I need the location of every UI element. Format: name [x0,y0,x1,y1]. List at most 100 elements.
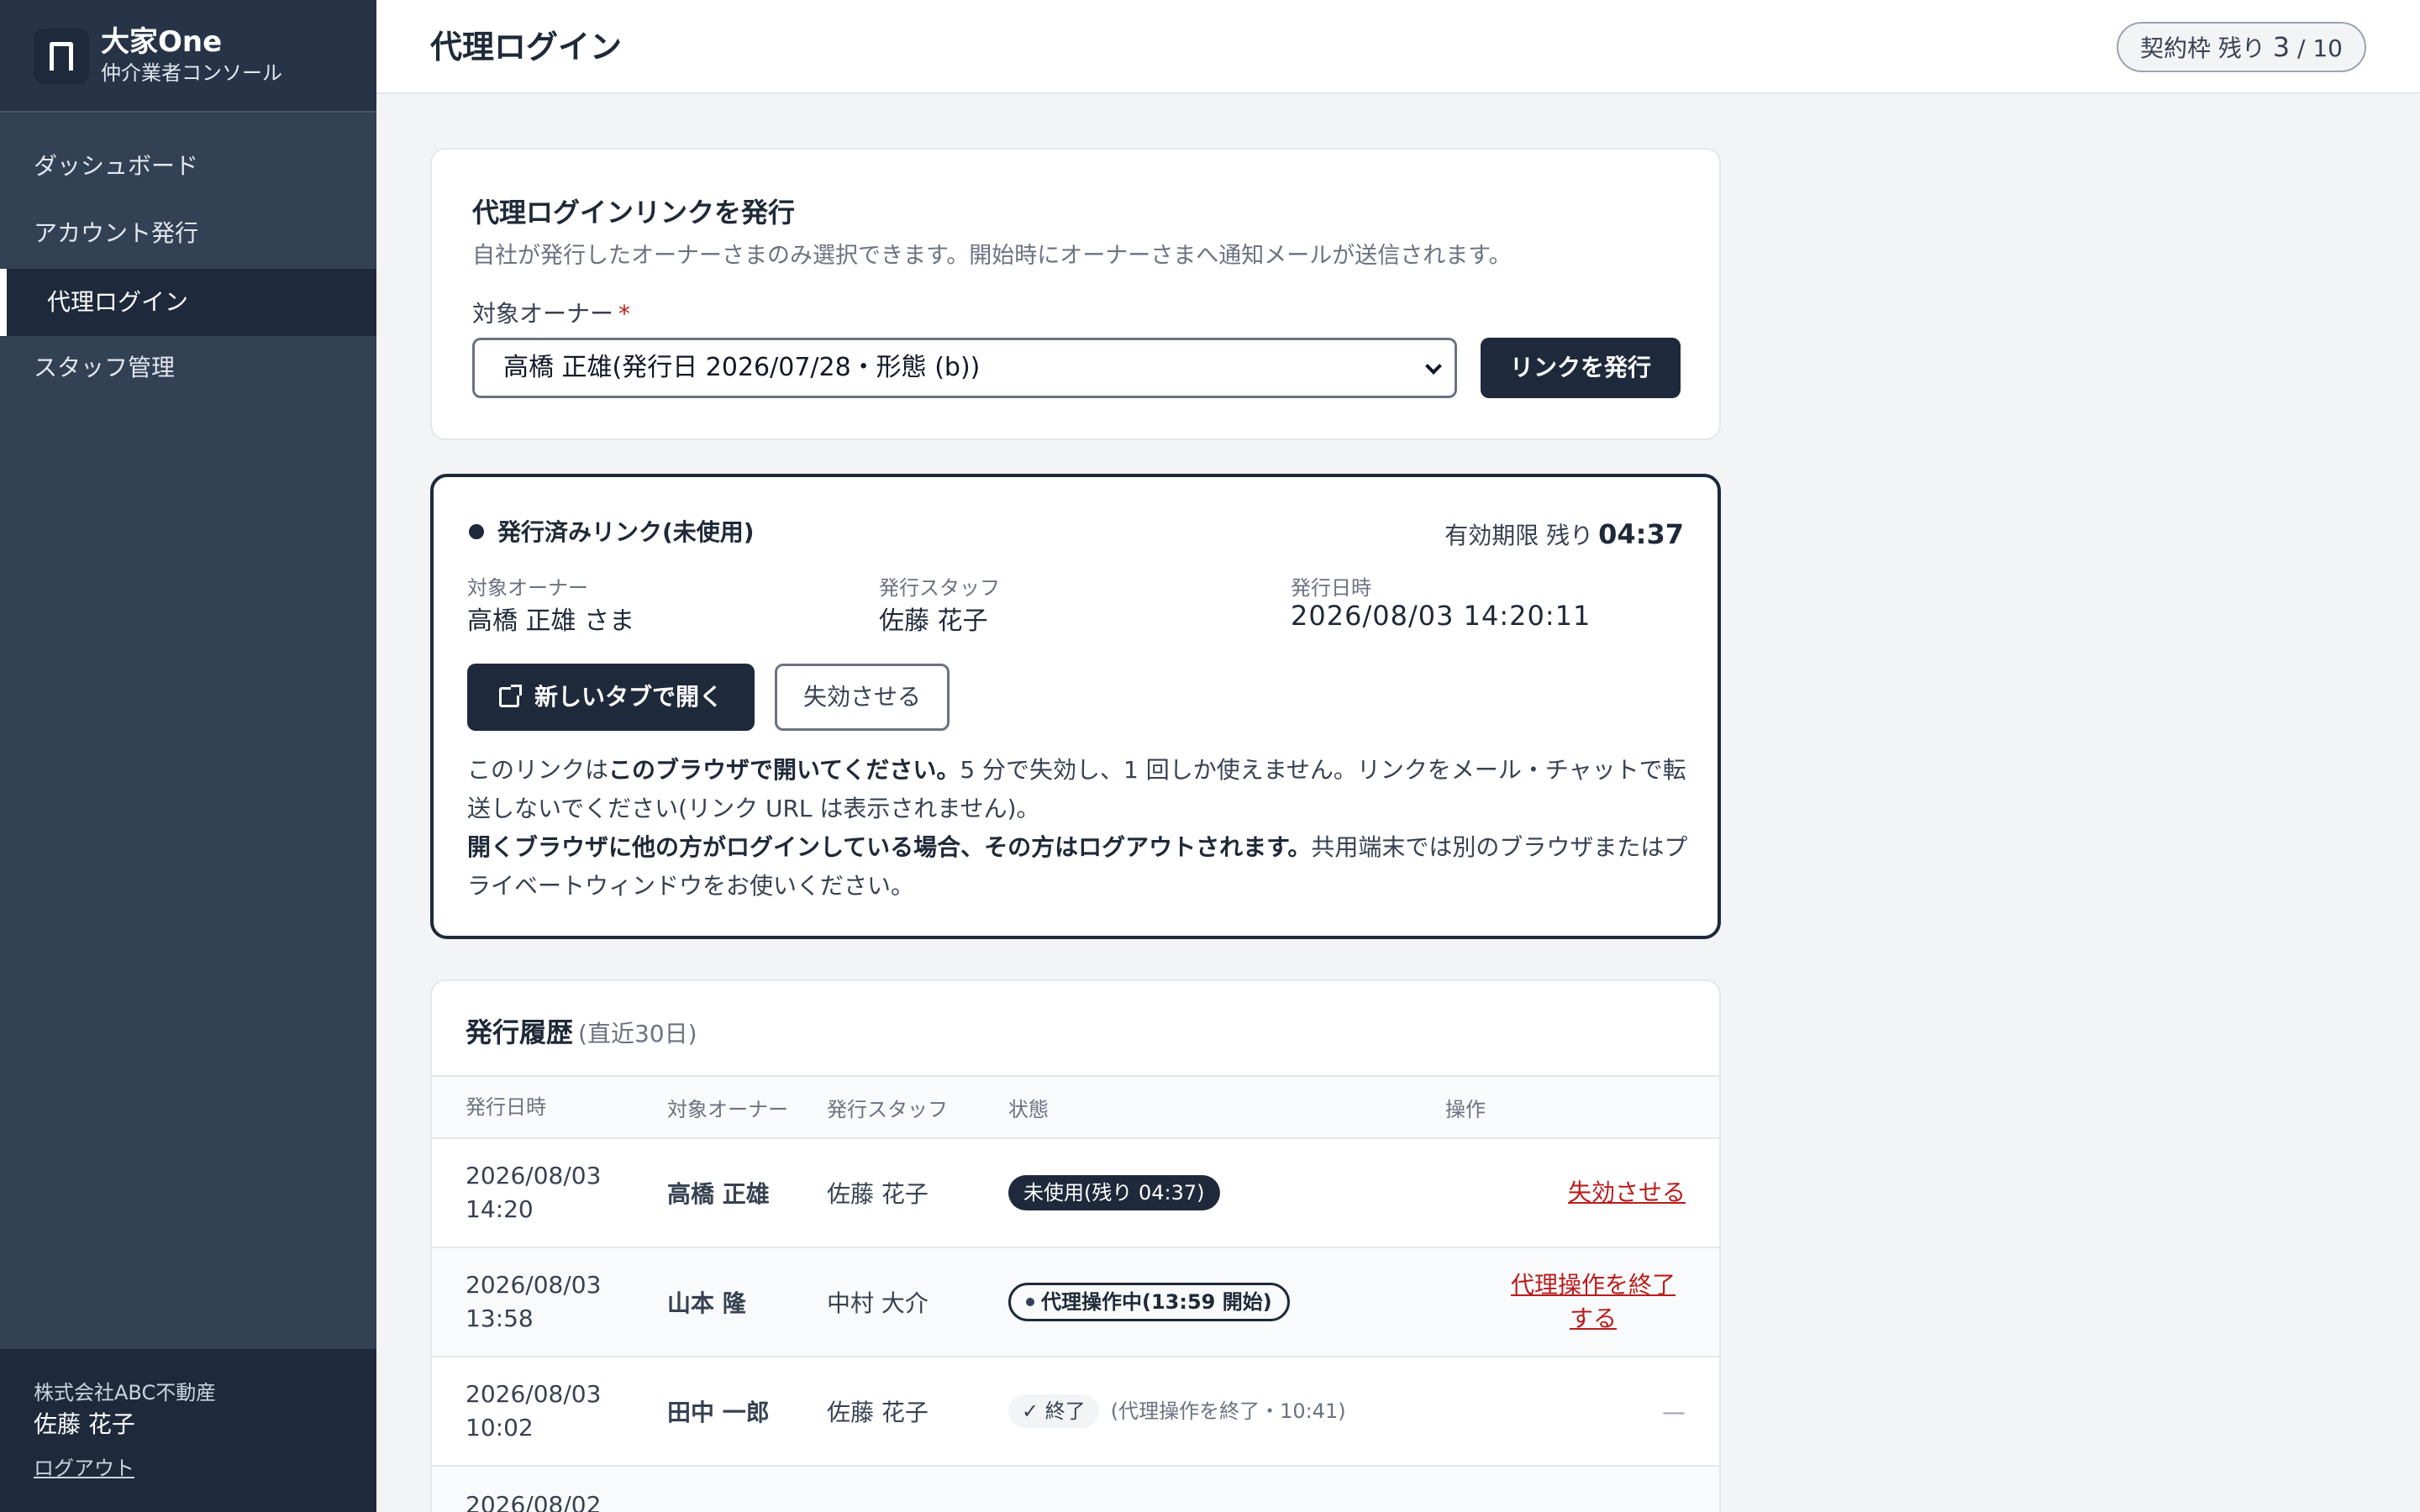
row-staff: 佐藤 花子 [827,1138,1008,1248]
quota-total: 10 [2312,34,2343,62]
meta-owner-label: 対象オーナー [467,576,588,600]
row-date-day: 2026/08/03 [466,1271,602,1299]
issue-link-button[interactable]: リンクを発行 [1481,338,1681,398]
row-status: 未使用(残り 04:37) [1008,1138,1445,1248]
end-proxy-session-link[interactable]: 代理操作を終了する [1511,1271,1676,1332]
sidebar-item-staff[interactable]: スタッフ管理 [0,334,376,402]
notice-paragraph-1: このリンクはこのブラウザで開いてください。5 分で失効し、1 回しか使えません。… [467,751,1691,828]
usage-notice: このリンクはこのブラウザで開いてください。5 分で失効し、1 回しか使えません。… [467,751,1691,906]
brand-name: 大家One [101,25,223,59]
row-action [1445,1466,1719,1512]
revoke-button[interactable]: 失効させる [775,664,950,731]
page-title: 代理ログイン [430,29,623,66]
quota-badge: 契約枠 残り 3 / 10 [2116,22,2366,72]
sidebar-footer: 株式会社ABC不動産 佐藤 花子 ログアウト [0,1349,376,1512]
owner-label-text: 対象オーナー [472,300,614,328]
history-card: 発行履歴 (直近30日) 発行日時 対象オーナー 発行スタッフ 状態 操作 202… [430,979,1721,1512]
status-badge: ✓ 終了 [1008,1394,1099,1428]
user-name: 佐藤 花子 [34,1410,135,1438]
history-table: 発行日時 対象オーナー 発行スタッフ 状態 操作 2026/08/03 14:20… [432,1075,1719,1512]
sidebar: 大家One 仲介業者コンソール ダッシュボード アカウント発行 代理ログイン ス… [0,0,376,1512]
issue-card-description: 自社が発行したオーナーさまのみ選択できます。開始時にオーナーさまへ通知メールが送… [472,243,1512,269]
logout-link[interactable]: ログアウト [34,1452,134,1481]
row-date-time: 13:58 [466,1305,534,1332]
table-header-row: 発行日時 対象オーナー 発行スタッフ 状態 操作 [432,1075,1719,1139]
table-row: 2026/08/03 14:20 高橋 正雄 佐藤 花子 未使用(残り 04:37… [432,1138,1719,1248]
open-button-label: 新しいタブで開く [534,683,723,711]
sidebar-item-dashboard[interactable]: ダッシュボード [0,133,376,200]
history-title-text: 発行履歴 [466,1016,574,1048]
quota-separator: / [2297,34,2306,62]
revoke-link[interactable]: 失効させる [1568,1179,1686,1206]
external-link-icon [498,685,522,707]
sidebar-item-proxy-login[interactable]: 代理ログイン [0,269,376,336]
row-date-day: 2026/08/03 [466,1162,602,1189]
row-owner: 田中 一郎 [667,1357,827,1467]
row-action: 代理操作を終了する [1445,1247,1719,1357]
row-owner [667,1466,827,1512]
quota-used: 3 [2272,31,2291,63]
meta-staff-label: 発行スタッフ [879,576,1000,600]
notice-emphasis: このブラウザで開いてください。 [608,756,960,784]
history-subtitle: (直近30日) [578,1020,697,1047]
row-action: — [1445,1357,1719,1467]
expiry-time: 04:37 [1598,518,1684,550]
link-status: 発行済みリンク(未使用) [497,518,755,546]
no-action: — [1662,1397,1686,1425]
expiry-countdown: 有効期限 残り 04:37 [1444,517,1684,551]
expiry-label: 有効期限 残り [1444,522,1594,549]
issue-link-card: 代理ログインリンクを発行 自社が発行したオーナーさまのみ選択できます。開始時にオ… [430,148,1721,440]
table-row: 2026/08/03 13:58 山本 隆 中村 大介 代理操作中(13:59 開… [432,1247,1719,1357]
column-header-staff: 発行スタッフ [827,1075,1008,1139]
brand-subtitle: 仲介業者コンソール [101,61,282,85]
row-owner: 高橋 正雄 [667,1138,827,1248]
row-staff: 佐藤 花子 [827,1357,1008,1467]
status-dot-icon [469,524,484,539]
row-status: 代理操作中(13:59 開始) [1008,1247,1445,1357]
open-in-new-tab-button[interactable]: 新しいタブで開く [467,664,755,731]
row-date-day: 2026/08/02 [466,1491,602,1512]
status-badge: 未使用(残り 04:37) [1008,1175,1220,1210]
top-bar: 代理ログイン 契約枠 残り 3 / 10 [376,0,2420,94]
table-row: 2026/08/02 [432,1466,1719,1512]
issued-link-card: 発行済みリンク(未使用) 有効期限 残り 04:37 対象オーナー 高橋 正雄 さ… [430,474,1721,939]
notice-paragraph-2: 開くブラウザに他の方がログインしている場合、その方はログアウトされます。共用端末… [467,828,1691,906]
row-date-day: 2026/08/03 [466,1380,602,1408]
quota-label: 契約枠 残り [2139,34,2265,62]
row-staff [827,1466,1008,1512]
owner-field-label: 対象オーナー * [472,296,630,329]
row-date: 2026/08/03 10:02 [432,1357,667,1467]
notice-text: このリンクは [467,756,609,784]
company-name: 株式会社ABC不動産 [34,1381,217,1404]
brand-logo-icon [34,29,89,84]
column-header-action: 操作 [1445,1075,1719,1139]
column-header-issued-at: 発行日時 [432,1075,667,1139]
meta-issued-at-value: 2026/08/03 14:20:11 [1291,600,1591,632]
row-date: 2026/08/03 14:20 [432,1138,667,1248]
row-date-time: 14:20 [466,1195,534,1223]
owner-select-value: 高橋 正雄(発行日 2026/07/28・形態 (b)) [503,353,981,382]
row-staff: 中村 大介 [827,1247,1008,1357]
notice-emphasis: 開くブラウザに他の方がログインしている場合、その方はログアウトされます。 [467,833,1312,861]
row-status [1008,1466,1445,1512]
row-action: 失効させる [1445,1138,1719,1248]
meta-owner-value: 高橋 正雄 さま [467,606,635,636]
column-header-owner: 対象オーナー [667,1075,827,1139]
brand: 大家One 仲介業者コンソール [0,0,376,113]
issue-card-title: 代理ログインリンクを発行 [472,197,796,228]
sidebar-item-account-issue[interactable]: アカウント発行 [0,200,376,267]
row-status: ✓ 終了 (代理操作を終了・10:41) [1008,1357,1445,1467]
owner-select[interactable]: 高橋 正雄(発行日 2026/07/28・形態 (b)) [472,338,1457,398]
row-date-time: 10:02 [466,1414,534,1441]
chevron-down-icon [1425,358,1442,375]
row-date: 2026/08/02 [432,1466,667,1512]
row-date: 2026/08/03 13:58 [432,1247,667,1357]
column-header-status: 状態 [1008,1075,1445,1139]
row-owner: 山本 隆 [667,1247,827,1357]
meta-issued-at-label: 発行日時 [1291,576,1371,600]
required-mark: * [618,300,631,328]
table-row: 2026/08/03 10:02 田中 一郎 佐藤 花子 ✓ 終了 (代理操作を終了… [432,1357,1719,1467]
status-badge-label: 代理操作中(13:59 開始) [1041,1290,1272,1314]
status-note: (代理操作を終了・10:41) [1110,1399,1346,1423]
meta-staff-value: 佐藤 花子 [879,606,988,636]
